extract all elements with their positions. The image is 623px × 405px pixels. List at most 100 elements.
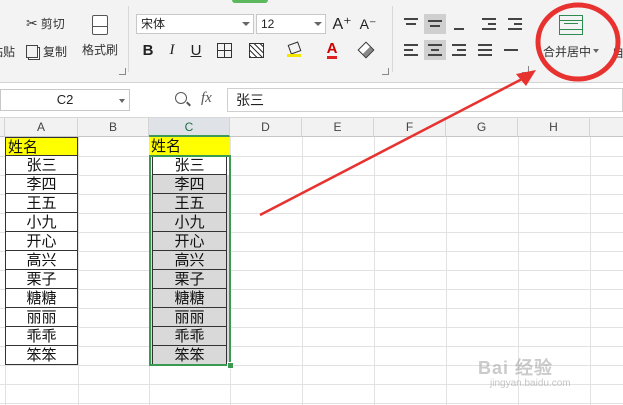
cell-c9[interactable]: 糖糖 bbox=[149, 289, 230, 308]
paint-bucket-icon bbox=[287, 41, 302, 57]
italic-button[interactable]: I bbox=[162, 40, 182, 60]
align-middle-button[interactable] bbox=[424, 14, 446, 34]
format-painter-button[interactable]: 格式刷 bbox=[80, 10, 120, 62]
pattern-icon bbox=[248, 42, 264, 58]
formula-value: 张三 bbox=[236, 92, 264, 108]
justify-button[interactable] bbox=[474, 40, 496, 60]
underline-label: U bbox=[190, 41, 202, 59]
grow-font-button[interactable]: A⁺ bbox=[332, 14, 352, 34]
cell-a8[interactable]: 栗子 bbox=[5, 270, 78, 289]
cell-c2[interactable]: 张三 bbox=[149, 156, 230, 175]
cell-text: 糖糖 bbox=[26, 290, 57, 307]
column-header-e[interactable]: E bbox=[302, 118, 374, 137]
align-top-button[interactable] bbox=[400, 14, 422, 34]
cell-c7[interactable]: 高兴 bbox=[149, 251, 230, 270]
copy-button[interactable]: 复制 bbox=[26, 42, 67, 60]
paste-button[interactable]: 粘贴 bbox=[0, 42, 18, 60]
column-header-f[interactable]: F bbox=[374, 118, 446, 137]
cell-a5[interactable]: 小九 bbox=[5, 213, 78, 232]
group-separator bbox=[392, 6, 393, 72]
column-header-label: B bbox=[108, 120, 117, 134]
cell-text: 姓名 bbox=[8, 139, 39, 156]
alignment-dialog-launcher[interactable] bbox=[522, 66, 529, 73]
border-button[interactable] bbox=[214, 40, 234, 60]
paste-label: 粘贴 bbox=[0, 44, 15, 59]
fx-icon[interactable]: fx bbox=[201, 90, 212, 107]
cell-a1[interactable]: 姓名 bbox=[5, 137, 78, 156]
cell-text: 开心 bbox=[174, 233, 205, 250]
cell-c1[interactable]: 姓名 bbox=[149, 137, 230, 156]
column-header-c[interactable]: C bbox=[149, 118, 230, 137]
column-header-b[interactable]: B bbox=[78, 118, 149, 137]
cut-button[interactable]: ✂ 剪切 bbox=[26, 14, 65, 32]
italic-label: I bbox=[169, 41, 175, 58]
font-family-select[interactable]: 宋体 bbox=[136, 14, 254, 34]
cell-a6[interactable]: 开心 bbox=[5, 232, 78, 251]
fill-pattern-button[interactable] bbox=[246, 40, 266, 60]
font-dialog-launcher[interactable] bbox=[382, 68, 389, 75]
clipboard-dialog-launcher[interactable] bbox=[119, 68, 126, 75]
cell-c12[interactable]: 笨笨 bbox=[149, 346, 230, 365]
font-color-button[interactable]: A bbox=[322, 40, 342, 60]
decrease-indent-button[interactable] bbox=[478, 14, 500, 34]
column-header-a[interactable]: A bbox=[5, 118, 78, 137]
column-header-h[interactable]: H bbox=[518, 118, 590, 137]
name-box[interactable]: C2 bbox=[0, 89, 130, 111]
column-header-label: H bbox=[549, 120, 558, 134]
font-size-value: 12 bbox=[261, 17, 275, 31]
shrink-font-button[interactable]: A⁻ bbox=[358, 14, 378, 34]
cell-a4[interactable]: 王五 bbox=[5, 194, 78, 213]
cell-text: 乖乖 bbox=[174, 328, 205, 345]
merge-center-label: 合并居中 bbox=[542, 44, 591, 59]
cell-c5[interactable]: 小九 bbox=[149, 213, 230, 232]
cell-c6[interactable]: 开心 bbox=[149, 232, 230, 251]
cell-a11[interactable]: 乖乖 bbox=[5, 327, 78, 346]
underline-button[interactable]: U bbox=[186, 40, 206, 60]
cell-c11[interactable]: 乖乖 bbox=[149, 327, 230, 346]
gridline bbox=[0, 175, 623, 176]
column-header-i[interactable] bbox=[590, 118, 623, 137]
cell-text: 李四 bbox=[26, 176, 57, 193]
merge-cells-icon bbox=[559, 14, 583, 35]
gridline bbox=[0, 213, 623, 214]
cell-text: 笨笨 bbox=[26, 347, 57, 364]
cell-a10[interactable]: 丽丽 bbox=[5, 308, 78, 327]
cell-text: 开心 bbox=[26, 233, 57, 250]
cell-c4[interactable]: 王五 bbox=[149, 194, 230, 213]
fill-color-button[interactable] bbox=[284, 40, 304, 60]
gridline bbox=[0, 270, 623, 271]
chevron-down-icon bbox=[119, 99, 125, 103]
cell-a9[interactable]: 糖糖 bbox=[5, 289, 78, 308]
cell-a2[interactable]: 张三 bbox=[5, 156, 78, 175]
baidu-watermark-url: jingyan.baidu.com bbox=[490, 378, 571, 389]
cell-c10[interactable]: 丽丽 bbox=[149, 308, 230, 327]
distribute-button[interactable] bbox=[500, 40, 522, 60]
brush-icon bbox=[92, 14, 108, 35]
cell-c3[interactable]: 李四 bbox=[149, 175, 230, 194]
clear-format-button[interactable] bbox=[356, 40, 376, 60]
font-family-value: 宋体 bbox=[141, 17, 166, 31]
increase-indent-button[interactable] bbox=[504, 14, 526, 34]
font-size-select[interactable]: 12 bbox=[256, 14, 326, 34]
column-header-g[interactable]: G bbox=[446, 118, 518, 137]
align-left-button[interactable] bbox=[400, 40, 422, 60]
cell-text: 张三 bbox=[174, 157, 205, 174]
zoom-handle bbox=[186, 101, 191, 107]
auto-wrap-button[interactable]: 自 bbox=[612, 44, 623, 60]
cell-a3[interactable]: 李四 bbox=[5, 175, 78, 194]
cell-text: 糖糖 bbox=[174, 290, 205, 307]
align-center-button[interactable] bbox=[424, 40, 446, 60]
align-right-button[interactable] bbox=[448, 40, 470, 60]
cell-text: 王五 bbox=[174, 195, 205, 212]
fill-handle[interactable] bbox=[227, 362, 234, 369]
merge-center-button[interactable]: 合并居中 bbox=[540, 8, 602, 66]
column-header-d[interactable]: D bbox=[230, 118, 302, 137]
eraser-icon bbox=[357, 41, 375, 59]
bold-label: B bbox=[142, 41, 154, 59]
formula-input[interactable]: 张三 bbox=[227, 88, 623, 112]
align-bottom-button[interactable] bbox=[448, 14, 470, 34]
bold-button[interactable]: B bbox=[138, 40, 158, 60]
cell-a7[interactable]: 高兴 bbox=[5, 251, 78, 270]
cell-a12[interactable]: 笨笨 bbox=[5, 346, 78, 365]
cell-c8[interactable]: 栗子 bbox=[149, 270, 230, 289]
